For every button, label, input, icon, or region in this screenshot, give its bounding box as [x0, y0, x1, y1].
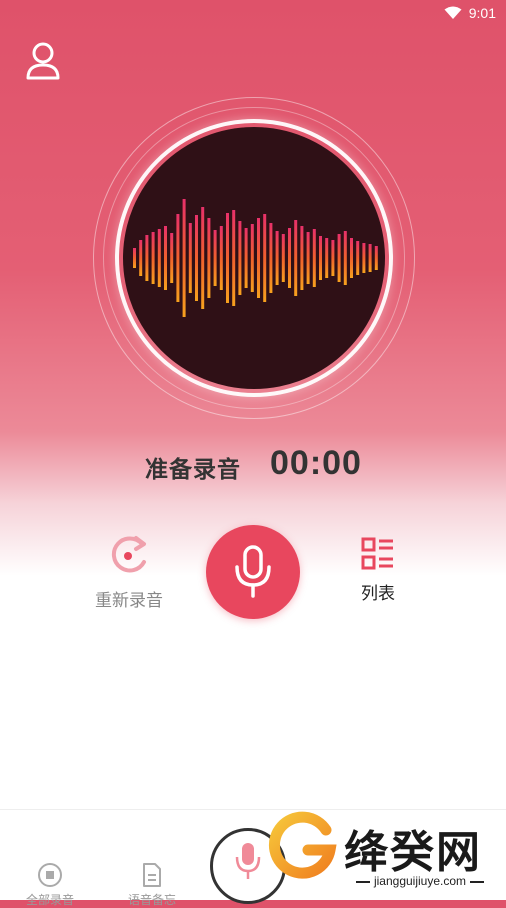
visualizer-disc	[123, 127, 385, 389]
waveform-bar	[374, 246, 378, 270]
waveform-bar	[288, 228, 291, 288]
waveform-bar	[331, 240, 335, 276]
waveform-bar	[232, 210, 236, 306]
status-bar: 9:01	[0, 0, 506, 28]
waveform-bar	[306, 232, 310, 284]
stop-circle-icon	[38, 863, 62, 887]
waveform-bar	[207, 218, 211, 298]
waveform-bar	[244, 228, 248, 288]
rerecord-label: 重新录音	[95, 591, 163, 610]
recording-timer: 00:00	[270, 444, 362, 482]
waveform-bar	[257, 218, 260, 298]
waveform-bar	[350, 238, 353, 278]
waveform-bar	[250, 224, 254, 292]
list-button[interactable]: 列表	[350, 537, 406, 607]
waveform-bar	[226, 213, 229, 303]
microphone-icon	[235, 843, 261, 879]
waveform-bar	[319, 236, 322, 280]
waveform-bar	[145, 235, 149, 281]
record-button[interactable]	[206, 525, 300, 619]
waveform-bar	[294, 220, 298, 296]
rerecord-button[interactable]: 重新录音	[86, 532, 172, 612]
watermark: 绛癸网 jiangguijiuye.com	[268, 808, 506, 900]
recording-visualizer	[93, 97, 415, 419]
waveform-bar	[275, 231, 279, 285]
waveform-bar	[362, 243, 366, 273]
waveform-bar	[139, 240, 143, 276]
waveform-icon	[133, 199, 378, 317]
microphone-icon	[235, 545, 271, 598]
waveform-bar	[176, 214, 180, 302]
waveform-bar	[300, 226, 304, 290]
waveform-bar	[188, 223, 192, 293]
waveform-bar	[201, 207, 205, 309]
waveform-bar	[157, 229, 161, 287]
waveform-bar	[164, 226, 167, 290]
list-icon	[361, 537, 393, 570]
watermark-logo-icon	[268, 811, 337, 879]
waveform-bar	[195, 215, 198, 301]
waveform-bar	[337, 234, 341, 282]
user-icon	[26, 42, 60, 80]
nav-all-recordings[interactable]: 全部录音	[15, 862, 85, 908]
wifi-icon	[444, 6, 462, 19]
waveform-bar	[281, 234, 285, 282]
waveform-bar	[170, 233, 174, 283]
waveform-bar	[368, 244, 372, 272]
recording-status-row: 准备录音 00:00	[0, 444, 506, 484]
waveform-bar	[263, 214, 267, 302]
waveform-bar	[343, 231, 347, 285]
waveform-bar	[238, 221, 242, 295]
waveform-bar	[356, 241, 360, 275]
status-time: 9:01	[468, 5, 496, 21]
waveform-bar	[219, 226, 223, 290]
waveform-bar	[269, 223, 273, 293]
waveform-bar	[325, 238, 329, 278]
rerecord-icon	[111, 536, 146, 573]
watermark-text: 绛癸网	[344, 827, 482, 878]
waveform-bar	[182, 199, 186, 317]
profile-button[interactable]	[24, 40, 62, 82]
waveform-bar	[151, 232, 155, 284]
waveform-bar	[133, 248, 136, 268]
list-label: 列表	[361, 584, 395, 603]
file-note-icon	[143, 863, 161, 887]
watermark-url: jiangguijiuye.com	[340, 874, 500, 888]
recording-status: 准备录音	[145, 456, 241, 482]
waveform-bar	[312, 229, 316, 287]
nav-voice-memo[interactable]: 语音备忘	[117, 862, 187, 908]
waveform-bar	[213, 230, 217, 286]
